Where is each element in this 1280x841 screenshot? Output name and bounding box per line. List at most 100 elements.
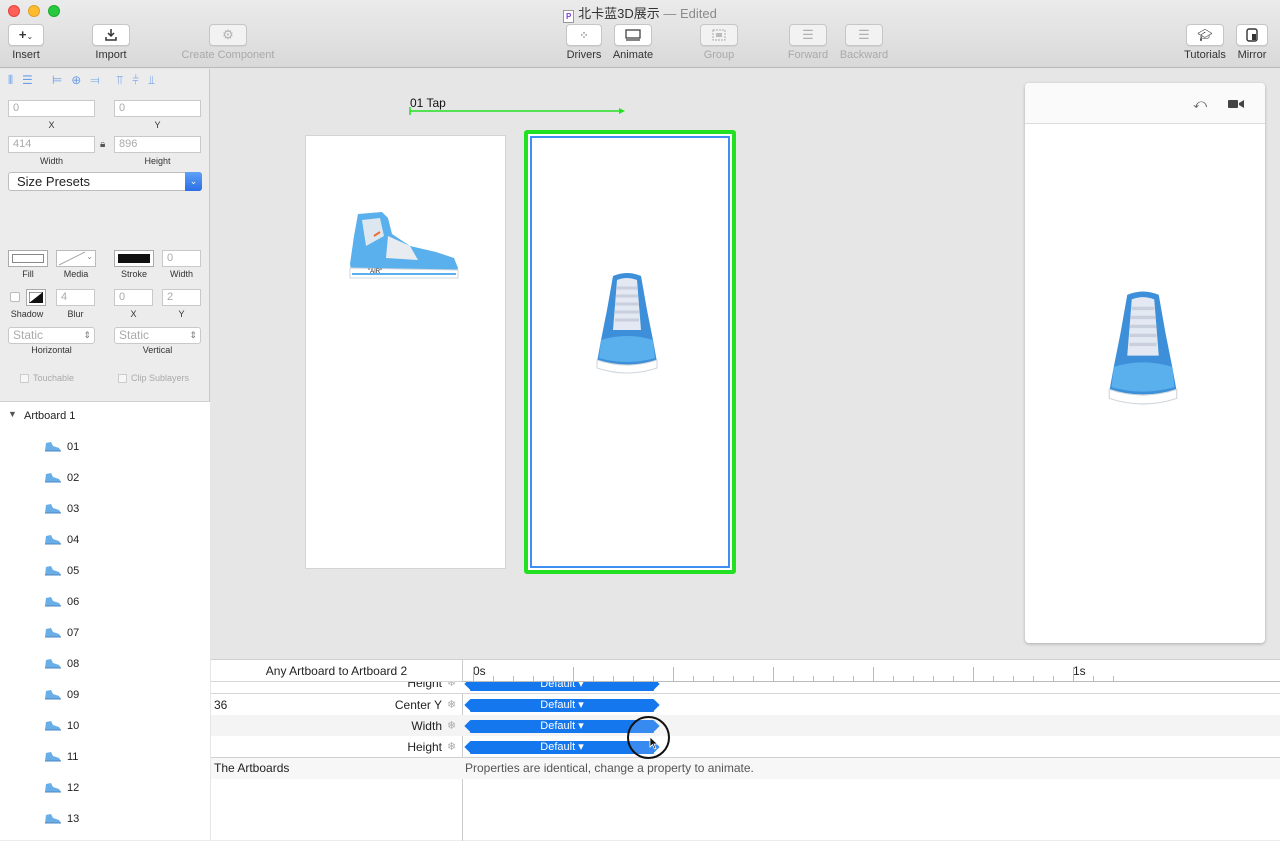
artboard-1[interactable]: "AIR" xyxy=(305,135,506,569)
curve-pill[interactable]: Default ▾ xyxy=(470,682,654,691)
animate-tool[interactable]: Animate xyxy=(610,24,656,61)
drivers-icon: ⁘ xyxy=(579,30,589,42)
align-toolbar: ⫴ ☰ ⊨ ⊕ ⫤ ⫪ ⫩ ⫫ xyxy=(8,73,155,88)
import-button[interactable] xyxy=(92,24,130,46)
align-bottom-icon[interactable]: ⫫ xyxy=(148,73,155,88)
drivers-button[interactable]: ⁘ xyxy=(566,24,602,46)
layer-item[interactable]: 04 xyxy=(0,531,210,551)
layer-item[interactable]: 11 xyxy=(0,748,210,768)
curve-pill[interactable]: Default ▾ xyxy=(470,741,654,754)
create-component-tool[interactable]: ⚙ Create Component xyxy=(176,24,280,61)
layer-group-label: Artboard 1 xyxy=(24,410,76,422)
transition-name[interactable]: Any Artboard to Artboard 2 xyxy=(211,664,462,678)
insert-label: Insert xyxy=(12,49,40,61)
touchable-checkbox[interactable] xyxy=(20,374,29,383)
group-tool[interactable]: Group xyxy=(699,24,739,61)
layer-item[interactable]: 07 xyxy=(0,624,210,644)
animate-button[interactable] xyxy=(614,24,652,46)
vertical-select[interactable]: Static ⇕ xyxy=(114,327,201,344)
mirror-tool[interactable]: Mirror xyxy=(1233,24,1271,61)
ruler-tick xyxy=(593,676,594,681)
insert-tool[interactable]: +⌄ Insert xyxy=(8,24,44,61)
artboard-2-selection[interactable] xyxy=(524,130,736,574)
align-left-edges-icon[interactable]: ⊨ xyxy=(52,73,62,88)
clip-sublayers-checkbox[interactable] xyxy=(118,374,127,383)
timeline-row-height-partial: Height ❄ Default ▾ xyxy=(211,682,1280,693)
connection-arrow[interactable] xyxy=(409,106,629,116)
ruler-tick xyxy=(1073,667,1074,681)
align-center-icon[interactable]: ⊕ xyxy=(71,73,81,88)
backward-tool[interactable]: ☰ Backward xyxy=(836,24,892,61)
align-right-edges-icon[interactable]: ⫤ xyxy=(90,73,99,88)
width-field[interactable]: 414 xyxy=(8,136,95,153)
forward-button[interactable]: ☰ xyxy=(789,24,827,46)
preview-window: ⤺ xyxy=(1025,83,1265,643)
create-component-label: Create Component xyxy=(181,49,275,61)
layer-item[interactable]: 09 xyxy=(0,686,210,706)
align-left-icon[interactable]: ⫴ xyxy=(8,73,13,88)
layer-item[interactable]: 06 xyxy=(0,593,210,613)
y-field[interactable]: 0 xyxy=(114,100,201,117)
shadow-checkbox[interactable] xyxy=(10,292,20,302)
toolbar: P 北卡蓝3D展示 — Edited +⌄ Insert Import ⚙ Cre… xyxy=(0,0,1280,68)
distribute-horizontal-icon[interactable]: ☰ xyxy=(22,73,33,88)
curve-pill[interactable]: Default ▾ xyxy=(470,720,654,733)
align-middle-icon[interactable]: ⫩ xyxy=(132,73,139,88)
size-presets-select[interactable]: Size Presets ⌄ xyxy=(8,172,202,191)
layer-item[interactable]: 03 xyxy=(0,500,210,520)
group-button[interactable] xyxy=(700,24,738,46)
height-label: Height xyxy=(144,156,171,166)
media-well[interactable]: ⌄ xyxy=(56,250,96,267)
animate-icon xyxy=(625,29,641,41)
video-camera-icon[interactable] xyxy=(1228,99,1244,109)
ruler-tick xyxy=(753,676,754,681)
layer-item[interactable]: 01 xyxy=(0,438,210,458)
sneaker-side-image[interactable]: "AIR" xyxy=(344,206,464,286)
disclosure-triangle-icon[interactable]: ▼ xyxy=(8,409,17,419)
tutorials-tool[interactable]: 🎓︎ Tutorials xyxy=(1181,24,1229,61)
align-top-icon[interactable]: ⫪ xyxy=(116,73,123,88)
layer-item[interactable]: 05 xyxy=(0,562,210,582)
tick-0s: 0s xyxy=(473,664,486,678)
media-label: Media xyxy=(63,269,89,279)
tutorials-button[interactable]: 🎓︎ xyxy=(1186,24,1224,46)
image-layer-icon xyxy=(45,535,61,545)
x-field[interactable]: 0 xyxy=(8,100,95,117)
curve-label: Default xyxy=(540,682,576,690)
shadow-x-field[interactable]: 0 xyxy=(114,289,153,306)
shadow-color-swatch[interactable] xyxy=(26,289,46,306)
artboard-2[interactable] xyxy=(530,136,730,568)
ruler-tick xyxy=(833,676,834,681)
stroke-width-field[interactable]: 0 xyxy=(162,250,201,267)
height-field[interactable]: 896 xyxy=(114,136,201,153)
time-ruler[interactable]: 0s 1s xyxy=(463,660,1280,682)
insert-button[interactable]: +⌄ xyxy=(8,24,44,46)
layer-item-label: 07 xyxy=(67,627,80,639)
layer-item[interactable]: 13 xyxy=(0,810,210,830)
shadow-y-field[interactable]: 2 xyxy=(162,289,201,306)
drivers-tool[interactable]: ⁘ Drivers xyxy=(563,24,605,61)
layer-item[interactable]: 02 xyxy=(0,469,210,489)
forward-tool[interactable]: ☰ Forward xyxy=(786,24,830,61)
undo-icon[interactable]: ⤺ xyxy=(1193,96,1207,112)
row-label: Height xyxy=(407,682,442,690)
fill-swatch[interactable] xyxy=(8,250,48,267)
layer-item[interactable]: 12 xyxy=(0,779,210,799)
layer-group-artboard[interactable]: ▼ Artboard 1 xyxy=(0,407,210,427)
horizontal-select[interactable]: Static ⇕ xyxy=(8,327,95,344)
lock-aspect-icon[interactable]: 🔒︎ xyxy=(100,139,105,150)
backward-button[interactable]: ☰ xyxy=(845,24,883,46)
mirror-button[interactable] xyxy=(1236,24,1268,46)
stroke-swatch[interactable] xyxy=(114,250,154,267)
layer-item[interactable]: 08 xyxy=(0,655,210,675)
sneaker-front-image[interactable] xyxy=(587,270,667,380)
ruler-tick xyxy=(713,676,714,681)
animate-label: Animate xyxy=(612,49,654,61)
create-component-button[interactable]: ⚙ xyxy=(209,24,247,46)
blur-field[interactable]: 4 xyxy=(56,289,95,306)
layer-item[interactable]: 10 xyxy=(0,717,210,737)
backward-label: Backward xyxy=(839,49,889,61)
tick-1s: 1s xyxy=(1073,664,1086,678)
curve-pill[interactable]: Default ▾ xyxy=(470,699,654,712)
import-tool[interactable]: Import xyxy=(91,24,131,61)
